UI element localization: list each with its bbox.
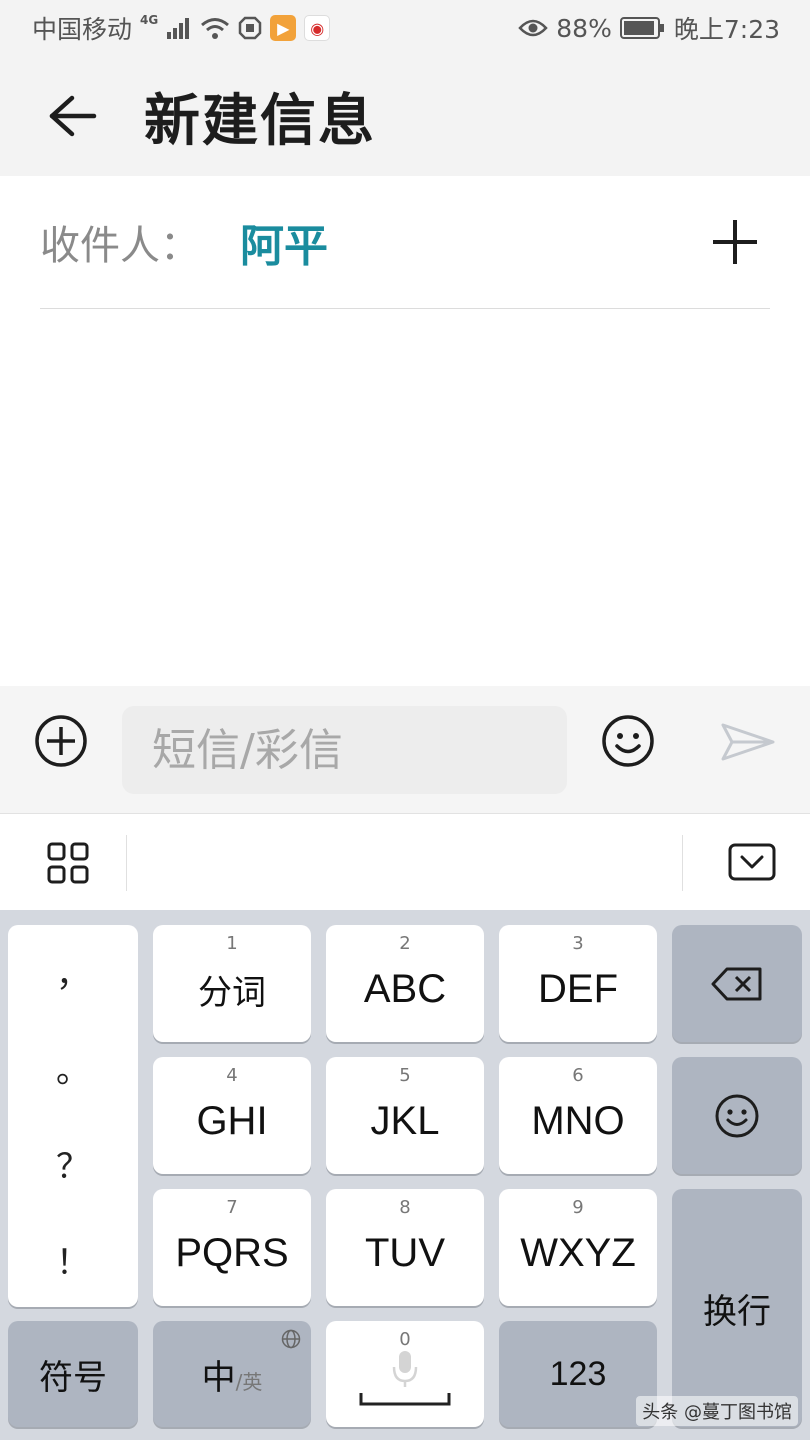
status-bar: 中国移动 4G ▶ ◉ 88% 晚上7:23 xyxy=(0,0,810,56)
t9-keyboard: ， 。 ？ ！ 1 分词 2 ABC 3 DEF 4 GHI 5 JKL 6 M… xyxy=(0,910,810,1440)
key-label: TUV xyxy=(365,1231,445,1275)
key-number: 3 xyxy=(572,933,584,954)
punctuation-key[interactable]: ， 。 ？ ！ xyxy=(8,925,138,1307)
key-2[interactable]: 2 ABC xyxy=(326,925,484,1042)
emoji-icon[interactable] xyxy=(600,713,656,769)
key-number: 7 xyxy=(226,1197,238,1218)
key-number: 9 xyxy=(572,1197,584,1218)
eye-comfort-icon xyxy=(518,18,548,38)
key-label: ABC xyxy=(363,967,447,1011)
toolbar-divider xyxy=(682,835,683,891)
key-6[interactable]: 6 MNO xyxy=(499,1057,657,1174)
app-header: 新建信息 xyxy=(0,56,810,176)
key-8[interactable]: 8 TUV xyxy=(326,1189,484,1306)
video-app-icon: ▶ xyxy=(270,15,297,41)
punct-exclaim[interactable]: ！ xyxy=(8,1235,138,1284)
back-button[interactable] xyxy=(28,71,118,161)
page-title: 新建信息 xyxy=(144,88,376,154)
recipient-label: 收件人： xyxy=(40,223,200,269)
key-5[interactable]: 5 JKL xyxy=(326,1057,484,1174)
key-3[interactable]: 3 DEF xyxy=(499,925,657,1042)
hide-keyboard-icon[interactable] xyxy=(728,843,776,881)
language-switch-key[interactable]: 中 /英 xyxy=(153,1321,311,1427)
shield-icon xyxy=(238,16,262,40)
key-number: 4 xyxy=(226,1065,238,1086)
key-number: 1 xyxy=(226,933,238,954)
punct-comma[interactable]: ， xyxy=(8,947,138,996)
key-number: 5 xyxy=(399,1065,411,1086)
smiley-icon xyxy=(715,1094,759,1137)
symbols-key[interactable]: 符号 xyxy=(8,1321,138,1427)
backspace-key[interactable] xyxy=(672,925,802,1042)
enter-key[interactable]: 换行 xyxy=(672,1189,802,1427)
punct-period[interactable]: 。 xyxy=(8,1043,138,1092)
compose-bar xyxy=(0,686,810,814)
apps-grid-icon[interactable] xyxy=(46,841,90,885)
arrow-left-icon xyxy=(49,95,97,137)
globe-icon xyxy=(281,1329,301,1349)
key-label: PQRS xyxy=(175,1231,289,1275)
lang-alt-label: /英 xyxy=(235,1369,263,1394)
clock: 晚上7:23 xyxy=(673,15,780,44)
key-label: MNO xyxy=(531,1099,625,1143)
key-number: 0 xyxy=(399,1329,411,1350)
signal-icon xyxy=(166,16,192,40)
key-label: 分词 xyxy=(198,973,266,1013)
key-number: 2 xyxy=(399,933,411,954)
space-key[interactable]: 0 xyxy=(326,1321,484,1427)
watermark: 头条 @蔓丁图书馆 xyxy=(636,1396,798,1426)
recipient-chip[interactable]: 阿平 xyxy=(240,210,328,274)
key-number: 6 xyxy=(572,1065,584,1086)
key-label: WXYZ xyxy=(520,1231,636,1275)
keyboard-toolbar xyxy=(0,815,810,910)
symbols-label: 符号 xyxy=(39,1357,107,1398)
space-bar-icon xyxy=(359,1393,451,1406)
battery-icon xyxy=(619,16,666,40)
plus-icon xyxy=(713,220,757,264)
battery-percent: 88% xyxy=(556,13,612,43)
punct-question[interactable]: ？ xyxy=(8,1139,138,1188)
key-1[interactable]: 1 分词 xyxy=(153,925,311,1042)
microphone-icon xyxy=(392,1351,418,1387)
add-recipient-button[interactable] xyxy=(700,207,770,277)
backspace-icon xyxy=(711,967,762,1000)
message-input[interactable] xyxy=(122,706,567,794)
key-label: GHI xyxy=(196,1099,268,1143)
emoji-key[interactable] xyxy=(672,1057,802,1174)
enter-label: 换行 xyxy=(703,1291,771,1332)
network-type: 4G xyxy=(140,13,159,27)
numbers-key[interactable]: 123 xyxy=(499,1321,657,1427)
attach-plus-icon[interactable] xyxy=(33,713,89,769)
key-4[interactable]: 4 GHI xyxy=(153,1057,311,1174)
key-number: 8 xyxy=(399,1197,411,1218)
recipient-field[interactable]: 收件人： 阿平 xyxy=(40,176,770,309)
send-icon[interactable] xyxy=(720,722,776,762)
carrier-label: 中国移动 xyxy=(32,15,133,44)
key-7[interactable]: 7 PQRS xyxy=(153,1189,311,1306)
key-label: JKL xyxy=(370,1099,440,1143)
lang-main-label: 中 xyxy=(201,1357,236,1398)
key-label: DEF xyxy=(538,967,618,1011)
weibo-icon: ◉ xyxy=(304,15,331,41)
toolbar-divider xyxy=(126,835,127,891)
wifi-icon xyxy=(200,16,230,40)
numbers-label: 123 xyxy=(549,1354,607,1393)
key-9[interactable]: 9 WXYZ xyxy=(499,1189,657,1306)
